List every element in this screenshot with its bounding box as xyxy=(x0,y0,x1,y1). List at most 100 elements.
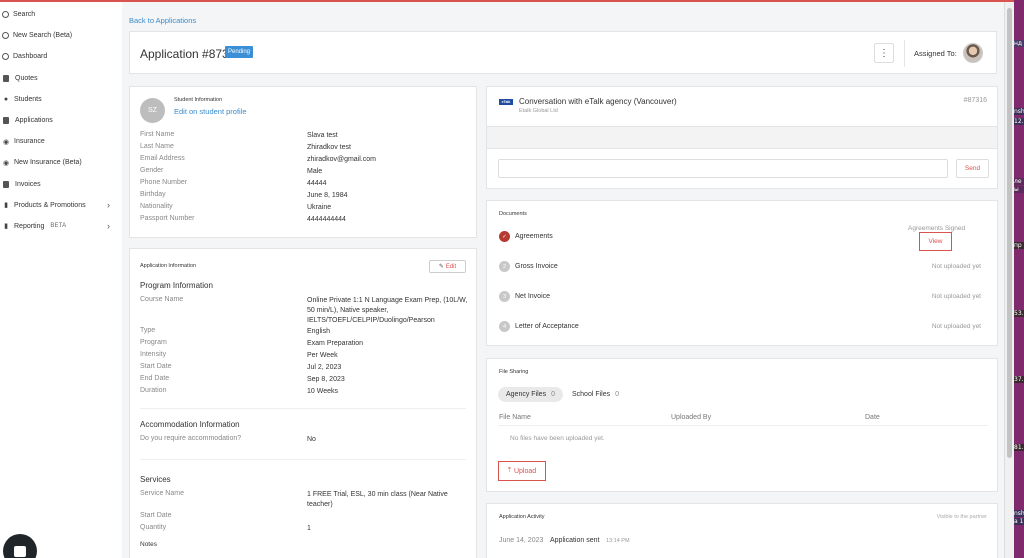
activity-text: Application sent xyxy=(550,537,600,544)
conversation-messages-area xyxy=(486,127,998,148)
document-status: Not uploaded yet xyxy=(931,323,981,330)
strip-text: a 11 xyxy=(1014,518,1024,525)
document-row-agreements: ✓ Agreements xyxy=(499,231,987,245)
upload-button[interactable]: ⤒ Upload xyxy=(498,461,546,481)
field-label: Intensity xyxy=(140,351,167,358)
documents-card: Documents Agreements Signed View ✓ Agreem… xyxy=(486,200,998,346)
application-information-card: Application Information ✎ Edit Program In… xyxy=(129,248,477,558)
step-number: 3 xyxy=(499,291,510,302)
assignee-avatar[interactable] xyxy=(963,43,983,63)
chevron-right-icon: › xyxy=(107,200,110,211)
background-window-strip: нд nsh 12. ле ы пр 53. 37. 81. nsh a 11 xyxy=(1014,0,1024,558)
field-value: 10 Weeks xyxy=(307,388,338,395)
edit-label: Edit xyxy=(445,263,457,270)
section-title: Application Information xyxy=(140,263,196,269)
divider xyxy=(498,425,988,426)
column-header-date[interactable]: Date xyxy=(865,414,880,421)
field-value: June 8, 1984 xyxy=(307,192,348,199)
sidebar-item-quotes[interactable]: Quotes xyxy=(0,68,122,89)
search-icon xyxy=(2,11,9,19)
edit-application-button[interactable]: ✎ Edit xyxy=(429,260,466,273)
sidebar-item-insurance[interactable]: ◉ Insurance xyxy=(0,131,122,152)
field-value: 4444444444 xyxy=(307,216,346,223)
scrollbar-thumb[interactable] xyxy=(1007,8,1012,458)
strip-text: пр xyxy=(1014,242,1024,249)
step-number: 4 xyxy=(499,321,510,332)
divider xyxy=(140,459,466,460)
strip-text: 37. xyxy=(1014,376,1024,383)
field-label: Service Name xyxy=(140,490,184,497)
document-name: Agreements xyxy=(515,233,553,240)
document-name: Letter of Acceptance xyxy=(515,323,579,330)
page-scrollbar[interactable] xyxy=(1004,2,1014,558)
field-value: English xyxy=(307,328,330,335)
sidebar-item-label: New Insurance (Beta) xyxy=(14,159,82,167)
sidebar-item-dashboard[interactable]: Dashboard xyxy=(0,46,122,67)
sidebar-item-students[interactable]: ● Students xyxy=(0,89,122,110)
message-composer: Send xyxy=(486,148,998,189)
file-sharing-card: File Sharing Agency Files 0 School Files 0… xyxy=(486,358,998,492)
services-heading: Services xyxy=(140,475,171,484)
tab-label: School Files xyxy=(572,391,611,398)
field-value: 1 xyxy=(307,525,311,532)
tab-count: 0 xyxy=(615,391,620,398)
strip-text: нд xyxy=(1014,40,1024,47)
document-icon xyxy=(3,74,9,82)
sidebar-item-invoices[interactable]: Invoices xyxy=(0,174,122,195)
column-header-uploaded-by[interactable]: Uploaded By xyxy=(671,414,711,421)
tab-school-files[interactable]: School Files 0 xyxy=(564,387,627,402)
document-status: Not uploaded yet xyxy=(931,263,981,270)
field-label: Phone Number xyxy=(140,179,188,186)
sidebar-item-applications[interactable]: Applications xyxy=(0,110,122,131)
sidebar-item-label: Quotes xyxy=(15,74,38,82)
field-value: Ukraine xyxy=(307,204,332,211)
section-title: Documents xyxy=(499,211,527,217)
field-label: Last Name xyxy=(140,143,174,150)
check-icon: ✓ xyxy=(499,231,510,242)
notes-label: Notes xyxy=(140,541,157,548)
strip-text: 12. xyxy=(1014,118,1024,125)
field-value: Per Week xyxy=(307,352,338,359)
field-label: Email Address xyxy=(140,155,185,162)
field-value: 1 FREE Trial, ESL, 30 min class (Near Na… xyxy=(307,491,448,508)
application-header: Application #87316 Pending ⋮ Assigned To… xyxy=(129,31,997,74)
field-label: End Date xyxy=(140,375,170,382)
student-information-card: SZ Student Information Edit on student p… xyxy=(129,86,477,238)
divider xyxy=(904,40,905,67)
back-to-applications-link[interactable]: Back to Applications xyxy=(129,16,196,25)
beta-badge: BETA xyxy=(50,223,67,230)
sidebar-item-products-promotions[interactable]: ▮ Products & Promotions › xyxy=(0,195,122,216)
chart-icon: ▮ xyxy=(4,223,8,231)
sidebar-item-reporting[interactable]: ▮ Reporting BETA › xyxy=(0,216,122,237)
upload-icon: ⤒ xyxy=(507,467,511,474)
sidebar-item-new-search[interactable]: New Search (Beta) xyxy=(0,25,122,46)
users-icon: ● xyxy=(3,95,9,103)
edit-student-profile-link[interactable]: Edit on student profile xyxy=(174,107,247,116)
sidebar-item-label: New Search (Beta) xyxy=(13,32,73,40)
field-label: Start Date xyxy=(140,512,172,519)
document-row-letter-of-acceptance: 4 Letter of Acceptance Not uploaded yet xyxy=(499,321,987,335)
sidebar-item-search[interactable]: Search xyxy=(0,4,122,25)
field-value: 44444 xyxy=(307,180,327,187)
field-value: Slava test xyxy=(307,132,338,139)
assigned-to-label: Assigned To: xyxy=(914,49,957,58)
sidebar-item-label: Applications xyxy=(15,117,53,125)
tab-agency-files[interactable]: Agency Files 0 xyxy=(498,387,563,402)
column-header-file-name[interactable]: File Name xyxy=(499,414,531,421)
more-options-button[interactable]: ⋮ xyxy=(874,43,894,63)
field-label: Course Name xyxy=(140,296,184,303)
sidebar-item-label: Invoices xyxy=(15,180,41,188)
strip-text: ле xyxy=(1014,178,1024,185)
sidebar: Search New Search (Beta) Dashboard Quote… xyxy=(0,2,122,558)
sidebar-item-new-insurance[interactable]: ◉ New Insurance (Beta) xyxy=(0,152,122,173)
field-value: Online Private 1:1 N Language Exam Prep,… xyxy=(307,297,468,324)
dashboard-icon xyxy=(2,53,9,61)
chat-launcher-button[interactable] xyxy=(3,534,37,558)
send-button[interactable]: Send xyxy=(956,159,989,178)
sidebar-item-label: Students xyxy=(14,95,42,103)
conversation-id: #87316 xyxy=(963,97,987,104)
strip-text: nsh xyxy=(1014,510,1024,517)
sidebar-item-label: Search xyxy=(13,11,36,19)
message-input[interactable] xyxy=(498,159,948,178)
document-name: Gross Invoice xyxy=(515,263,558,270)
